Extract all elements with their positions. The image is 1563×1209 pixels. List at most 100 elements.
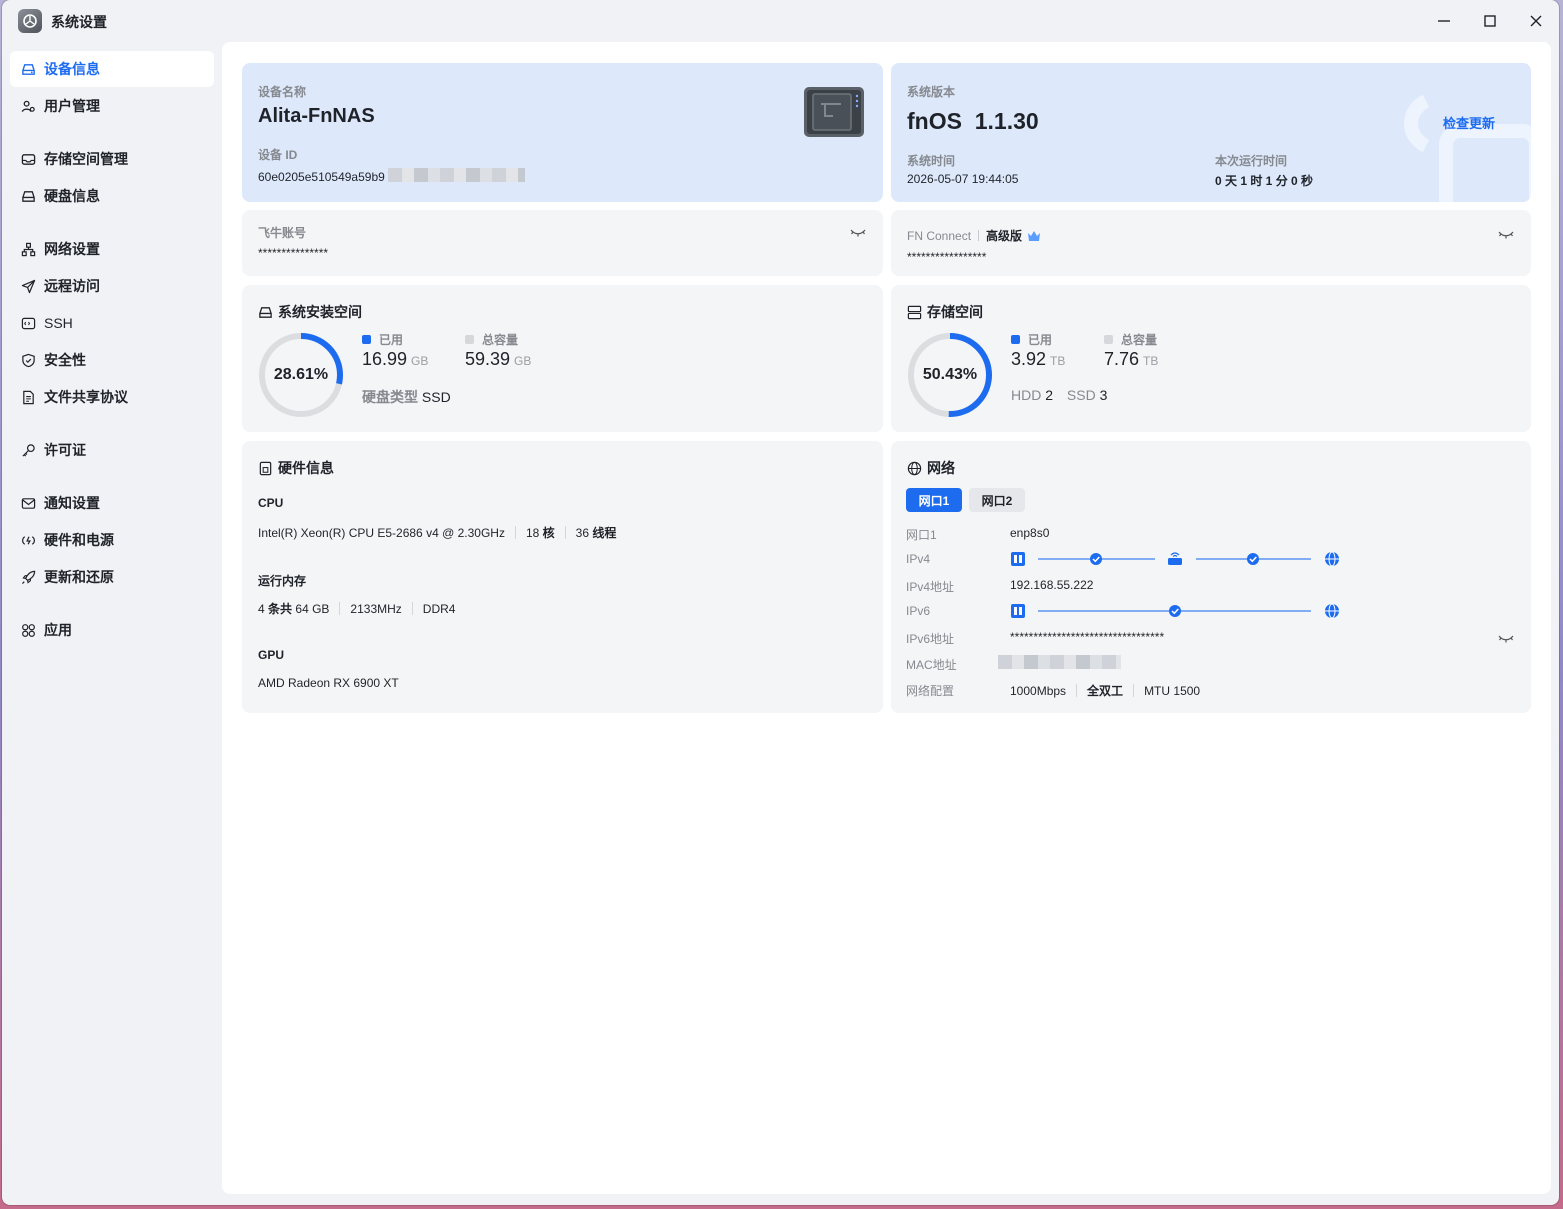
section-title-text: 存储空间 bbox=[927, 304, 983, 320]
install-space-card: 系统安装空间 28.61% 已用 16.99 GB 总容量 59.39 GB 硬盘类… bbox=[242, 285, 883, 432]
section-title-text: 硬件信息 bbox=[278, 460, 334, 476]
storage-used-value: 3.92 TB bbox=[1011, 349, 1066, 369]
device-id-label: 设备 ID bbox=[258, 148, 298, 162]
eye-closed-icon[interactable] bbox=[1498, 230, 1514, 240]
network-icon bbox=[20, 241, 36, 257]
sidebar-item-device-info[interactable]: 设备信息 bbox=[10, 51, 214, 87]
ram-details: 4 条共 64 GB 2133MHz DDR4 bbox=[258, 601, 456, 617]
sidebar-item-notifications[interactable]: 通知设置 bbox=[10, 485, 214, 521]
sidebar-item-network[interactable]: 网络设置 bbox=[10, 231, 214, 267]
install-space-percent: 28.61% bbox=[273, 366, 329, 383]
sidebar-item-remote-access[interactable]: 远程访问 bbox=[10, 268, 214, 304]
sidebar-item-label: 应用 bbox=[44, 622, 72, 638]
storage-icon bbox=[20, 151, 36, 167]
device-id: 60e0205e510549a59b9 bbox=[258, 170, 385, 184]
tab-port-1[interactable]: 网口1 bbox=[906, 488, 962, 512]
sidebar-item-label: 远程访问 bbox=[44, 278, 100, 294]
sidebar-item-update-restore[interactable]: 更新和还原 bbox=[10, 559, 214, 595]
disk-counts: HDD 2 SSD 3 bbox=[1011, 387, 1108, 403]
install-total-value: 59.39 GB bbox=[465, 349, 532, 369]
used-legend: 已用 bbox=[1011, 331, 1052, 348]
check-update-link[interactable]: 检查更新 bbox=[1443, 113, 1495, 132]
device-card: 设备名称 Alita-FnNAS 设备 ID 60e0205e510549a59… bbox=[242, 63, 883, 202]
port-label: 网口1 bbox=[906, 528, 937, 542]
feiniu-value: *************** bbox=[258, 246, 329, 260]
apps-icon bbox=[20, 622, 36, 638]
ipv4-path-diagram bbox=[1011, 551, 1339, 567]
gpu-label: GPU bbox=[258, 648, 285, 662]
eye-closed-icon[interactable] bbox=[850, 228, 866, 238]
divider bbox=[978, 230, 980, 241]
sidebar-item-security[interactable]: 安全性 bbox=[10, 342, 214, 378]
tab-port-2[interactable]: 网口2 bbox=[969, 488, 1025, 512]
mail-icon bbox=[20, 495, 36, 511]
ipv4-label: IPv4 bbox=[906, 552, 931, 566]
sidebar-item-label: 存储空间管理 bbox=[44, 151, 128, 167]
nas-device-icon bbox=[803, 86, 867, 145]
sidebar-item-label: 通知设置 bbox=[44, 495, 100, 511]
minimize-button[interactable] bbox=[1430, 8, 1458, 34]
chip-icon bbox=[258, 461, 273, 476]
version-label: 系统版本 bbox=[907, 85, 956, 99]
system-time-label: 系统时间 bbox=[907, 154, 956, 168]
network-card: 网络 网口1 网口2 网口1 enp8s0 IPv4 IPv4地址 192.16… bbox=[891, 441, 1531, 713]
feiniu-account-card: 飞牛账号 *************** bbox=[242, 210, 883, 276]
close-button[interactable] bbox=[1522, 8, 1550, 34]
gpu-model: AMD Radeon RX 6900 XT bbox=[258, 676, 399, 690]
sidebar-item-storage[interactable]: 存储空间管理 bbox=[10, 141, 214, 177]
disk-type: 硬盘类型 SSD bbox=[362, 389, 451, 405]
sidebar-item-label: 用户管理 bbox=[44, 98, 100, 114]
total-legend: 总容量 bbox=[1104, 331, 1157, 348]
sidebar-item-label: 硬件和电源 bbox=[44, 532, 114, 548]
minimize-icon bbox=[1438, 20, 1450, 22]
port-value: enp8s0 bbox=[1010, 526, 1050, 540]
uptime-label: 本次运行时间 bbox=[1215, 154, 1288, 168]
ipv4-address: 192.168.55.222 bbox=[1010, 578, 1094, 592]
storage-space-title: 存储空间 bbox=[907, 302, 983, 322]
eye-closed-icon[interactable] bbox=[1498, 634, 1514, 644]
settings-window: 系统设置 设备信息 用户管理 存储空间管理 硬盘信息 网络设置 远程访问 SSH… bbox=[2, 0, 1559, 1205]
sidebar-item-ssh[interactable]: SSH bbox=[10, 305, 214, 341]
system-card: 系统版本 fnOS 1.1.30 检查更新 系统时间 2026-05-07 19… bbox=[891, 63, 1531, 202]
mac-address-blur bbox=[998, 655, 1121, 669]
ipv6-label: IPv6 bbox=[906, 604, 931, 618]
device-name-label: 设备名称 bbox=[258, 85, 307, 99]
sidebar-item-file-sharing[interactable]: 文件共享协议 bbox=[10, 379, 214, 415]
storage-space-percent: 50.43% bbox=[922, 366, 978, 383]
sidebar: 设备信息 用户管理 存储空间管理 硬盘信息 网络设置 远程访问 SSH 安全性 bbox=[2, 42, 222, 1202]
system-version: fnOS 1.1.30 bbox=[907, 108, 1039, 134]
sidebar-item-users[interactable]: 用户管理 bbox=[10, 88, 214, 124]
document-icon bbox=[20, 389, 36, 405]
sidebar-item-label: 许可证 bbox=[44, 442, 86, 458]
network-title: 网络 bbox=[907, 458, 955, 478]
cpu-label: CPU bbox=[258, 496, 284, 510]
install-space-ring: 28.61% bbox=[258, 332, 344, 418]
crown-icon bbox=[1028, 230, 1041, 241]
send-icon bbox=[20, 278, 36, 294]
system-time: 2026-05-07 19:44:05 bbox=[907, 172, 1019, 186]
fn-connect-label: FN Connect bbox=[907, 228, 972, 243]
device-id-blur bbox=[388, 168, 525, 182]
power-icon bbox=[20, 532, 36, 548]
sidebar-item-apps[interactable]: 应用 bbox=[10, 612, 214, 648]
sidebar-item-label: 网络设置 bbox=[44, 241, 100, 257]
window-title: 系统设置 bbox=[51, 14, 107, 30]
sidebar-item-label: SSH bbox=[44, 315, 73, 331]
ipv4-address-label: IPv4地址 bbox=[906, 580, 955, 594]
sidebar-item-license[interactable]: 许可证 bbox=[10, 432, 214, 468]
maximize-button[interactable] bbox=[1476, 8, 1504, 34]
sidebar-item-disks[interactable]: 硬盘信息 bbox=[10, 178, 214, 214]
sidebar-item-label: 更新和还原 bbox=[44, 569, 114, 585]
title-bar: 系统设置 bbox=[2, 0, 1559, 42]
sidebar-item-label: 安全性 bbox=[44, 352, 86, 368]
section-title-text: 系统安装空间 bbox=[278, 304, 362, 320]
sidebar-item-hardware-power[interactable]: 硬件和电源 bbox=[10, 522, 214, 558]
fn-connect-value: ***************** bbox=[907, 250, 987, 264]
maximize-icon bbox=[1484, 15, 1496, 27]
server-icon bbox=[907, 305, 922, 320]
ipv6-path-diagram bbox=[1011, 603, 1339, 619]
globe-icon bbox=[907, 461, 922, 476]
fn-connect-header: FN Connect 高级版 bbox=[907, 227, 1041, 244]
close-icon bbox=[1530, 15, 1542, 27]
cpu-details: Intel(R) Xeon(R) CPU E5-2686 v4 @ 2.30GH… bbox=[258, 525, 617, 541]
